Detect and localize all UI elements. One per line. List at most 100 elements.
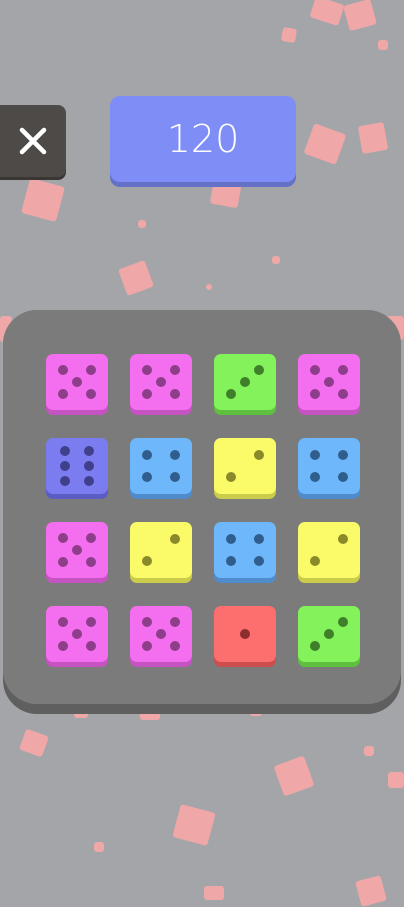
confetti-piece <box>388 772 404 788</box>
pip <box>142 364 153 375</box>
pip <box>58 641 69 652</box>
confetti-piece <box>138 220 146 228</box>
pip <box>58 389 69 400</box>
pip <box>169 616 180 627</box>
pip <box>337 389 348 400</box>
pip <box>310 389 321 400</box>
pip <box>324 377 334 387</box>
pip <box>226 533 237 544</box>
pip <box>310 472 321 483</box>
die-yellow-2[interactable] <box>298 522 360 578</box>
pip <box>337 449 348 460</box>
die-pink-5[interactable] <box>46 354 108 410</box>
die-pink-5[interactable] <box>298 354 360 410</box>
pip <box>226 472 237 483</box>
close-icon <box>19 127 47 155</box>
die-yellow-2[interactable] <box>214 438 276 494</box>
confetti-piece <box>204 886 224 900</box>
pip <box>58 557 69 568</box>
pip <box>240 377 250 387</box>
pip <box>156 377 166 387</box>
die-purple-6[interactable] <box>46 438 108 494</box>
die-yellow-2[interactable] <box>130 522 192 578</box>
die-blue-4[interactable] <box>298 438 360 494</box>
die-pink-5[interactable] <box>46 522 108 578</box>
pip <box>142 616 153 627</box>
pip <box>337 616 348 627</box>
confetti-piece <box>343 0 377 32</box>
pip <box>84 475 95 486</box>
pip <box>253 556 264 567</box>
pip <box>72 377 82 387</box>
pip <box>169 641 180 652</box>
pip <box>310 556 321 567</box>
pip <box>169 533 180 544</box>
confetti-piece <box>172 803 216 847</box>
pip <box>337 472 348 483</box>
pip <box>59 446 70 457</box>
pip <box>85 616 96 627</box>
pip <box>142 556 153 567</box>
board-grid <box>3 310 401 704</box>
pip <box>169 389 180 400</box>
confetti-piece <box>378 40 388 50</box>
pip <box>84 461 95 471</box>
pip <box>72 629 82 639</box>
confetti-piece <box>273 755 315 797</box>
confetti-piece <box>364 746 374 756</box>
pip <box>142 472 153 483</box>
pip <box>58 532 69 543</box>
confetti-piece <box>118 260 154 296</box>
pip <box>142 641 153 652</box>
pip <box>58 364 69 375</box>
confetti-piece <box>206 284 212 290</box>
pip <box>169 449 180 460</box>
confetti-piece <box>20 177 66 223</box>
confetti-piece <box>94 842 104 852</box>
confetti-piece <box>280 26 298 44</box>
die-green-3[interactable] <box>214 354 276 410</box>
pip <box>253 449 264 460</box>
confetti-piece <box>74 706 88 718</box>
confetti-piece <box>272 256 280 264</box>
pip <box>156 629 166 639</box>
die-blue-4[interactable] <box>130 438 192 494</box>
pip <box>310 364 321 375</box>
pip <box>84 446 95 457</box>
score-display: 120 <box>110 96 296 182</box>
pip <box>253 364 264 375</box>
pip <box>169 364 180 375</box>
pip <box>253 533 264 544</box>
pip <box>85 641 96 652</box>
dice-board <box>3 310 401 704</box>
confetti-piece <box>357 121 389 155</box>
pip <box>59 475 70 486</box>
pip <box>142 389 153 400</box>
pip <box>85 557 96 568</box>
pip <box>226 389 237 400</box>
die-red-1[interactable] <box>214 606 276 662</box>
confetti-piece <box>18 728 50 758</box>
die-green-3[interactable] <box>298 606 360 662</box>
confetti-piece <box>250 706 262 716</box>
die-pink-5[interactable] <box>130 354 192 410</box>
pip <box>310 641 321 652</box>
die-pink-5[interactable] <box>46 606 108 662</box>
pip <box>337 364 348 375</box>
pip <box>142 449 153 460</box>
pip <box>240 629 250 639</box>
confetti-piece <box>140 706 160 720</box>
pip <box>310 449 321 460</box>
pip <box>58 616 69 627</box>
pip <box>85 364 96 375</box>
confetti-piece <box>309 0 345 27</box>
pip <box>226 556 237 567</box>
pip <box>72 545 82 555</box>
pip <box>324 629 334 639</box>
score-value: 120 <box>166 117 240 161</box>
confetti-piece <box>355 875 387 907</box>
die-blue-4[interactable] <box>214 522 276 578</box>
close-button[interactable] <box>0 105 66 177</box>
die-pink-5[interactable] <box>130 606 192 662</box>
pip <box>85 389 96 400</box>
